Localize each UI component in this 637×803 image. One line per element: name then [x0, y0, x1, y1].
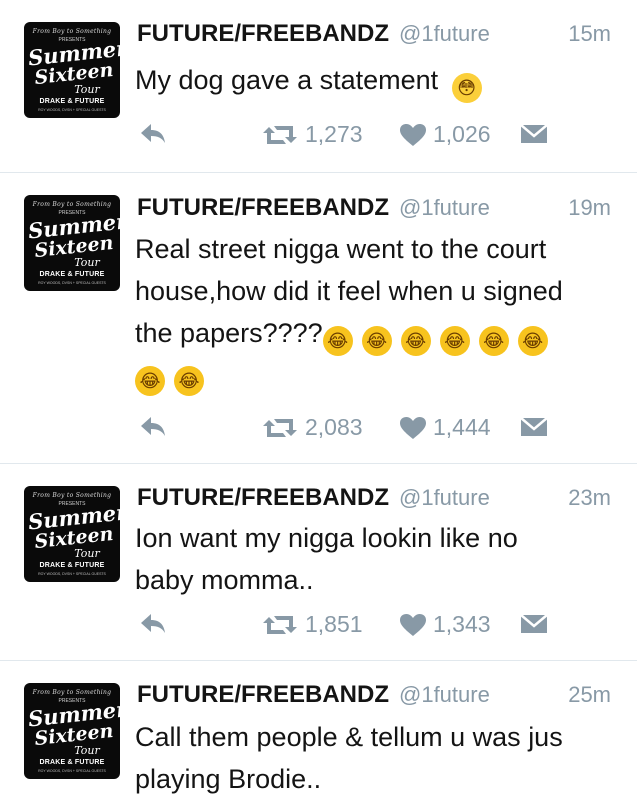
tweet-actions: 1,273 1,026 [135, 118, 615, 150]
user-handle[interactable]: @1future [399, 195, 490, 220]
display-name[interactable]: FUTURE/FREEBANDZ [137, 20, 389, 47]
retweet-button[interactable]: 1,851 [261, 611, 363, 638]
retweet-count: 2,083 [305, 414, 363, 440]
face-with-tears-of-joy-emoji: 😂 [361, 326, 392, 356]
face-with-tears-of-joy-emoji: 😂 [135, 366, 165, 396]
face-with-tears-of-joy-emoji: 😂 [400, 326, 431, 356]
tweet-text: Ion want my nigga lookin like no baby mo… [135, 517, 615, 601]
avatar-guests: ROY WOODS, DVSN + SPECIAL GUESTS [38, 572, 106, 576]
avatar-tagline: From Boy to Something [32, 492, 112, 499]
tweet-text-line: the papers???? 😂 😂 😂 😂 😂 😂 [135, 312, 615, 356]
like-count: 1,026 [433, 121, 491, 147]
avatar-tagline: From Boy to Something [32, 689, 112, 696]
retweet-count: 1,851 [305, 611, 363, 637]
avatar-tagline: From Boy to Something [32, 201, 112, 208]
user-handle[interactable]: @1future [399, 21, 490, 46]
envelope-icon[interactable] [520, 416, 548, 438]
retweet-button[interactable]: 2,083 [261, 414, 363, 441]
reply-arrow-icon[interactable] [139, 122, 167, 144]
divider [0, 660, 637, 661]
flushed-face-emoji: 😳 [451, 73, 482, 103]
timestamp[interactable]: 19m [568, 195, 611, 221]
avatar[interactable]: From Boy to Something PRESENTS Summer Si… [24, 195, 120, 291]
tweet-feed: From Boy to Something PRESENTS Summer Si… [0, 0, 637, 803]
avatar[interactable]: From Boy to Something PRESENTS Summer Si… [24, 22, 120, 118]
avatar[interactable]: From Boy to Something PRESENTS Summer Si… [24, 486, 120, 582]
heart-icon [400, 123, 426, 146]
tweet-actions: 2,083 1,444 [135, 411, 615, 443]
like-button[interactable]: 1,026 [399, 121, 491, 148]
face-with-tears-of-joy-emoji: 😂 [322, 326, 353, 356]
face-with-tears-of-joy-emoji: 😂 [439, 326, 470, 356]
retweet-icon [263, 418, 297, 437]
face-with-tears-of-joy-emoji: 😂 [478, 326, 509, 356]
avatar-tour: Tour [74, 256, 100, 269]
like-count: 1,444 [433, 414, 491, 440]
avatar-tour: Tour [74, 547, 100, 560]
reply-arrow-icon[interactable] [139, 415, 167, 437]
tweet-text-line: Real street nigga went to the court [135, 234, 547, 264]
tweet-header: FUTURE/FREEBANDZ @1future 15m [137, 20, 617, 50]
divider [0, 463, 637, 464]
like-button[interactable]: 1,343 [399, 611, 491, 638]
face-with-tears-of-joy-emoji: 😂 [174, 366, 204, 396]
avatar-artists: DRAKE & FUTURE [39, 271, 105, 278]
divider [0, 172, 637, 173]
tweet-text-line: playing Brodie.. [135, 764, 322, 794]
avatar-artists: DRAKE & FUTURE [39, 98, 105, 105]
tweet-emoji-line: 😂 😂 [135, 352, 615, 396]
envelope-icon[interactable] [520, 613, 548, 635]
retweet-icon [263, 615, 297, 634]
envelope-icon[interactable] [520, 123, 548, 145]
avatar-guests: ROY WOODS, DVSN + SPECIAL GUESTS [38, 769, 106, 773]
tweet-actions: 1,851 1,343 [135, 608, 615, 640]
avatar-tagline: From Boy to Something [32, 28, 112, 35]
heart-icon [400, 613, 426, 636]
tweet-text-line: Call them people & tellum u was jus [135, 722, 563, 752]
tweet-text: My dog gave a statement 😳 [135, 59, 615, 103]
display-name[interactable]: FUTURE/FREEBANDZ [137, 484, 389, 511]
tweet-text-line: house,how did it feel when u signed [135, 276, 563, 306]
heart-icon [400, 416, 426, 439]
avatar-tour: Tour [74, 83, 100, 96]
retweet-button[interactable]: 1,273 [261, 121, 363, 148]
avatar-artists: DRAKE & FUTURE [39, 562, 105, 569]
retweet-count: 1,273 [305, 121, 363, 147]
avatar-guests: ROY WOODS, DVSN + SPECIAL GUESTS [38, 108, 106, 112]
tweet-text-line: baby momma.. [135, 565, 314, 595]
tweet-text: Call them people & tellum u was jus play… [135, 716, 615, 800]
reply-arrow-icon[interactable] [139, 612, 167, 634]
user-handle[interactable]: @1future [399, 682, 490, 707]
like-button[interactable]: 1,444 [399, 414, 491, 441]
user-handle[interactable]: @1future [399, 485, 490, 510]
tweet-header: FUTURE/FREEBANDZ @1future 23m [137, 484, 617, 514]
timestamp[interactable]: 25m [568, 682, 611, 708]
tweet-header: FUTURE/FREEBANDZ @1future 19m [137, 194, 617, 224]
avatar-tour: Tour [74, 744, 100, 757]
display-name[interactable]: FUTURE/FREEBANDZ [137, 194, 389, 221]
tweet-text-line: Ion want my nigga lookin like no [135, 523, 518, 553]
like-count: 1,343 [433, 611, 491, 637]
avatar[interactable]: From Boy to Something PRESENTS Summer Si… [24, 683, 120, 779]
face-with-tears-of-joy-emoji: 😂 [517, 326, 548, 356]
timestamp[interactable]: 23m [568, 485, 611, 511]
display-name[interactable]: FUTURE/FREEBANDZ [137, 681, 389, 708]
timestamp[interactable]: 15m [568, 21, 611, 47]
avatar-artists: DRAKE & FUTURE [39, 759, 105, 766]
tweet-text: Real street nigga went to the court hous… [135, 228, 615, 396]
tweet-text-line: My dog gave a statement [135, 65, 439, 95]
retweet-icon [263, 125, 297, 144]
avatar-guests: ROY WOODS, DVSN + SPECIAL GUESTS [38, 281, 106, 285]
tweet-header: FUTURE/FREEBANDZ @1future 25m [137, 681, 617, 711]
tweet-text-segment: the papers???? [135, 318, 323, 348]
